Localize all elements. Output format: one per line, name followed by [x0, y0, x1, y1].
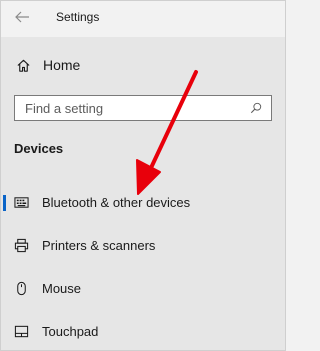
- sidebar-item-label: Printers & scanners: [42, 237, 156, 253]
- sidebar-item-label: Home: [43, 57, 81, 73]
- selection-indicator: [3, 195, 6, 211]
- mouse-icon: [13, 280, 29, 296]
- search-input[interactable]: [15, 100, 249, 116]
- search-icon[interactable]: [249, 101, 263, 115]
- printer-icon: [13, 237, 29, 253]
- sidebar-item-touchpad[interactable]: Touchpad: [1, 312, 285, 350]
- bluetooth-devices-icon: [13, 194, 29, 210]
- back-arrow-icon: [15, 11, 29, 23]
- search-box[interactable]: [14, 95, 272, 121]
- sidebar-item-mouse[interactable]: Mouse: [1, 269, 285, 307]
- title-bar: Settings: [1, 1, 285, 37]
- home-icon: [15, 57, 31, 73]
- settings-window: Settings Home Devices: [0, 0, 286, 351]
- sidebar-item-bluetooth[interactable]: Bluetooth & other devices: [1, 183, 285, 221]
- sidebar-item-home[interactable]: Home: [1, 45, 285, 85]
- sidebar-item-printers[interactable]: Printers & scanners: [1, 226, 285, 264]
- sidebar-item-label: Touchpad: [42, 323, 99, 339]
- sidebar-item-label: Bluetooth & other devices: [42, 194, 191, 210]
- touchpad-icon: [13, 323, 29, 339]
- window-title: Settings: [56, 10, 100, 24]
- sidebar: Home Devices: [1, 37, 285, 350]
- back-button[interactable]: [7, 5, 37, 29]
- section-heading-devices: Devices: [14, 141, 64, 156]
- sidebar-item-label: Mouse: [42, 280, 82, 296]
